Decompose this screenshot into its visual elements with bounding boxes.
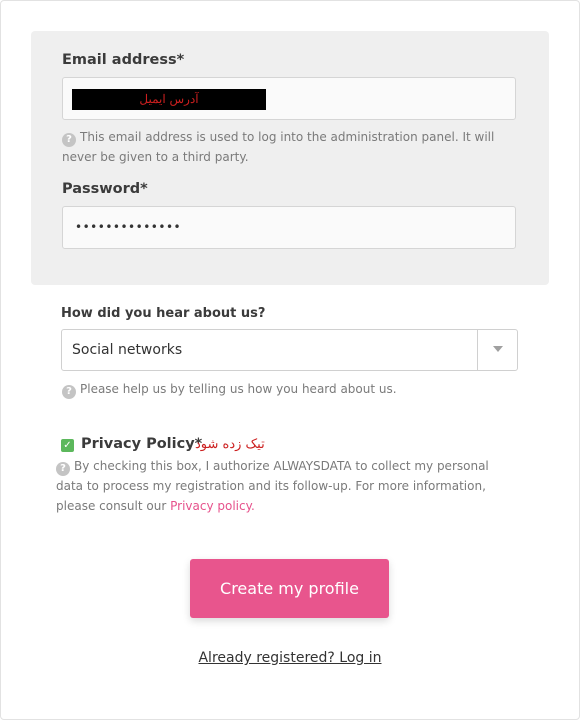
referral-select[interactable]: Social networks xyxy=(61,329,518,371)
privacy-help: ? By checking this box, I authorize ALWAY… xyxy=(56,456,518,516)
email-help: ? This email address is used to log into … xyxy=(62,127,522,167)
privacy-annotation: تیک زده شود xyxy=(195,437,265,452)
create-profile-button[interactable]: Create my profile xyxy=(190,559,389,618)
password-field[interactable]: •••••••••••••• xyxy=(62,206,516,249)
referral-help-text: Please help us by telling us how you hea… xyxy=(80,382,397,396)
referral-help: ? Please help us by telling us how you he… xyxy=(62,379,532,399)
chevron-down-icon[interactable] xyxy=(493,346,503,352)
referral-selected-value: Social networks xyxy=(72,342,183,358)
referral-label: How did you hear about us? xyxy=(61,306,266,321)
privacy-checkbox[interactable]: ✓ xyxy=(61,439,74,452)
email-field[interactable]: آدرس ایمیل xyxy=(62,77,516,120)
question-circle-icon: ? xyxy=(62,385,76,399)
email-value: آدرس ایمیل xyxy=(72,89,266,110)
privacy-help-text: By checking this box, I authorize ALWAYS… xyxy=(56,459,489,513)
checkmark-icon: ✓ xyxy=(63,440,72,451)
login-link[interactable]: Already registered? Log in xyxy=(0,650,580,666)
question-circle-icon: ? xyxy=(56,462,70,476)
email-label: Email address* xyxy=(62,52,185,68)
password-value: •••••••••••••• xyxy=(75,220,182,234)
question-circle-icon: ? xyxy=(62,133,76,147)
password-label: Password* xyxy=(62,181,148,197)
privacy-label: Privacy Policy* xyxy=(81,436,203,452)
privacy-policy-link[interactable]: Privacy policy. xyxy=(170,499,255,513)
select-divider xyxy=(477,330,478,370)
email-help-text: This email address is used to log into t… xyxy=(62,130,495,164)
